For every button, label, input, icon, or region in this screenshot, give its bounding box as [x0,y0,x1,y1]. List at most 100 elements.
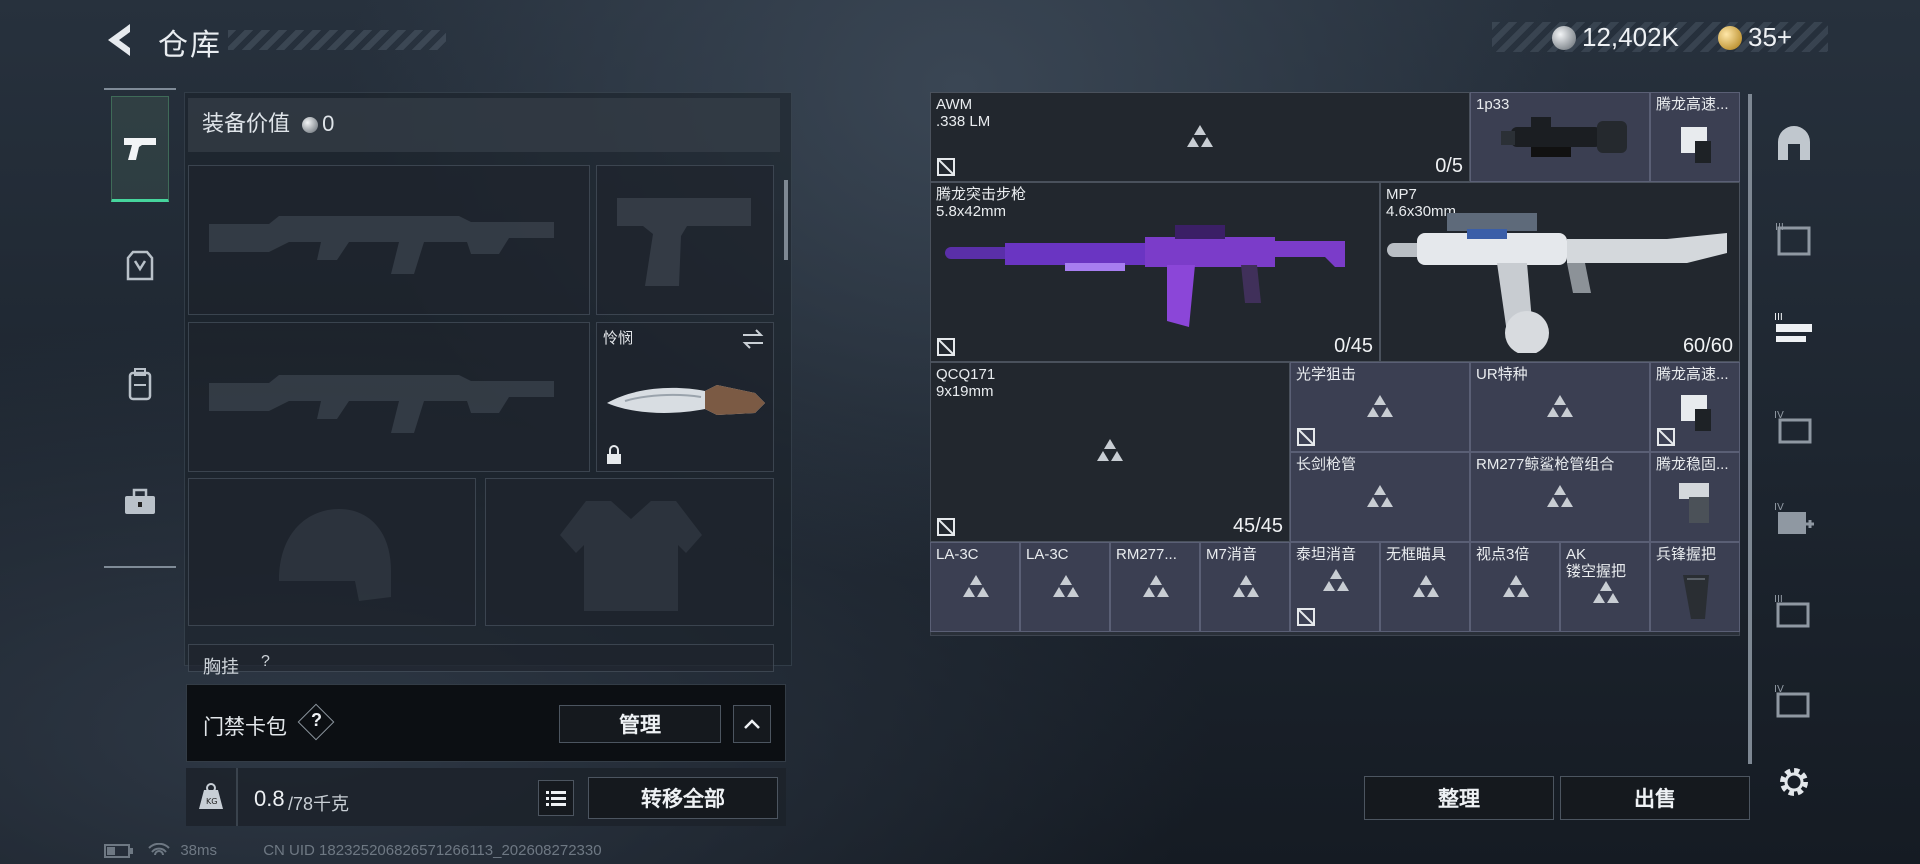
gold-amount: 35+ [1748,22,1793,52]
silver-currency[interactable]: 12,402K [1552,22,1679,53]
list-view-button[interactable] [538,780,574,816]
stash-item-la3c[interactable]: LA-3C [1020,542,1110,632]
stash-item-grip[interactable]: 兵锋握把 [1650,542,1740,632]
chevron-up-icon [744,719,760,729]
item-name: 1p33 [1476,96,1510,113]
tab-stash-weapons[interactable]: III [1760,300,1828,360]
gold-currency[interactable]: 35+ [1718,22,1792,53]
svg-text:III: III [1774,594,1783,605]
magazine-icon [1681,127,1711,163]
back-button[interactable] [100,22,140,58]
helmet-slot[interactable] [188,478,476,626]
stash-item-barrel[interactable]: 长剑枪管 [1290,452,1470,542]
armor-slot[interactable] [485,478,774,626]
placeholder-icon [1413,575,1439,597]
status-bar: 38ms CN UID 1823252068265712661​13_20260… [104,842,602,859]
backpack-icon [128,368,152,401]
stash-icon [1778,126,1810,160]
tab-stash-3[interactable]: III [1760,210,1828,270]
title-decoration [228,30,446,50]
silver-coin-icon [302,117,319,134]
no-image-icon [1297,608,1315,626]
sort-button[interactable]: 整理 [1364,776,1554,820]
tab-weapons[interactable] [111,96,169,202]
tab-backpack[interactable] [112,356,168,412]
transfer-all-button[interactable]: 转移全部 [588,777,778,819]
melee-slot[interactable]: 怜悯 [596,322,774,472]
sidearm-slot[interactable] [596,165,774,315]
card-bag-label: 门禁卡包 [203,716,287,739]
sell-button[interactable]: 出售 [1560,776,1750,820]
stash-item-rm277[interactable]: RM277... [1110,542,1200,632]
svg-text:III: III [1774,312,1783,323]
placeholder-icon [963,575,989,597]
battery-icon [104,844,133,859]
vest-placeholder-icon [560,501,702,611]
misc-storage-icon: IV [1774,684,1810,718]
gear-storage-icon: III [1774,594,1810,628]
weight-icon: KG [199,783,223,809]
svg-text:III: III [1775,222,1784,233]
item-name: 腾龙高速... [1656,366,1729,383]
stash-item-assault-rifle[interactable]: 腾龙突击步枪 5.8x42mm 0/45 [930,182,1380,362]
stash-item-qcq171[interactable]: QCQ171 9x19mm 45/45 [930,362,1290,542]
stash-item-attachment[interactable]: 腾龙高速... [1650,362,1740,452]
stash-item-la3c[interactable]: LA-3C [930,542,1020,632]
stash-item-attachment[interactable]: 腾龙高速... [1650,92,1740,182]
settings-button[interactable] [1760,752,1828,812]
card-bag-help[interactable]: ? [311,710,322,731]
chest-rig-slot[interactable]: 胸挂 ? [188,644,774,677]
chest-rig-help[interactable]: ? [261,653,270,671]
stash-item-awm[interactable]: AWM .338 LM 0/5 [930,92,1470,182]
stash-item-titan-suppressor[interactable]: 泰坦消音 [1290,542,1380,632]
primary-weapon-slot[interactable] [188,165,590,315]
item-name: RM277鲸鲨枪管组合 [1476,456,1615,473]
armor-icon [126,250,154,281]
placeholder-icon [1367,395,1393,417]
equipment-value-amount: 0 [322,111,335,136]
settings-icon [1780,768,1808,796]
tab-stash-all[interactable] [1760,114,1828,174]
secondary-weapon-slot[interactable] [188,322,590,472]
item-name: LA-3C [936,546,979,563]
tab-stash-gear[interactable]: III [1760,582,1828,642]
stash-item-1p33[interactable]: 1p33 [1470,92,1650,182]
item-name: LA-3C [1026,546,1069,563]
stash-item-stock[interactable]: 腾龙稳固... [1650,452,1740,542]
equipment-scrollbar[interactable] [784,180,788,260]
tab-toolbox[interactable] [112,474,168,530]
stash-item-ak-grip[interactable]: AK 镂空握把 [1560,542,1650,632]
stash-item-optic-sniper[interactable]: 光学狙击 [1290,362,1470,452]
stash-scrollbar[interactable] [1748,94,1752,764]
rifle-placeholder-icon [209,216,554,274]
tab-stash-misc[interactable]: IV [1760,672,1828,732]
manage-button[interactable]: 管理 [559,705,721,743]
item-name: QCQ171 9x19mm [936,366,996,400]
collapse-button[interactable] [733,705,771,743]
swap-icon[interactable] [741,329,765,349]
stash-item-3x-scope[interactable]: 视点3倍 [1470,542,1560,632]
smg-icon [1387,213,1727,353]
stash-item-m7-suppressor[interactable]: M7消音 [1200,542,1290,632]
tab-stash-4[interactable]: IV [1760,398,1828,458]
stash-item-barrel-kit[interactable]: RM277鲸鲨枪管组合 [1470,452,1650,542]
stash-grid: AWM .338 LM 0/5 1p33 腾龙高速... 腾龙突击步枪 5.8x42… [930,92,1740,636]
item-name: 视点3倍 [1476,546,1530,563]
item-name: UR特种 [1476,366,1528,383]
item-count: 0/45 [1334,335,1373,357]
wifi-icon [148,842,170,856]
no-image-icon [937,158,955,176]
stash-item-ur-special[interactable]: UR特种 [1470,362,1650,452]
chest-rig-label: 胸挂 [203,657,239,677]
placeholder-icon [1053,575,1079,597]
list-icon [546,791,566,806]
svg-text:IV: IV [1774,410,1784,421]
item-count: 0/5 [1435,155,1463,177]
tab-stash-medical[interactable]: IV [1760,490,1828,550]
stash-item-mp7[interactable]: MP7 4.6x30mm 60/60 [1380,182,1740,362]
tab-armor[interactable] [112,238,168,294]
stash-item-frameless-sight[interactable]: 无框瞄具 [1380,542,1470,632]
item-name: 泰坦消音 [1296,546,1357,563]
grip-icon [1683,575,1709,619]
item-name: AWM .338 LM [936,96,991,130]
